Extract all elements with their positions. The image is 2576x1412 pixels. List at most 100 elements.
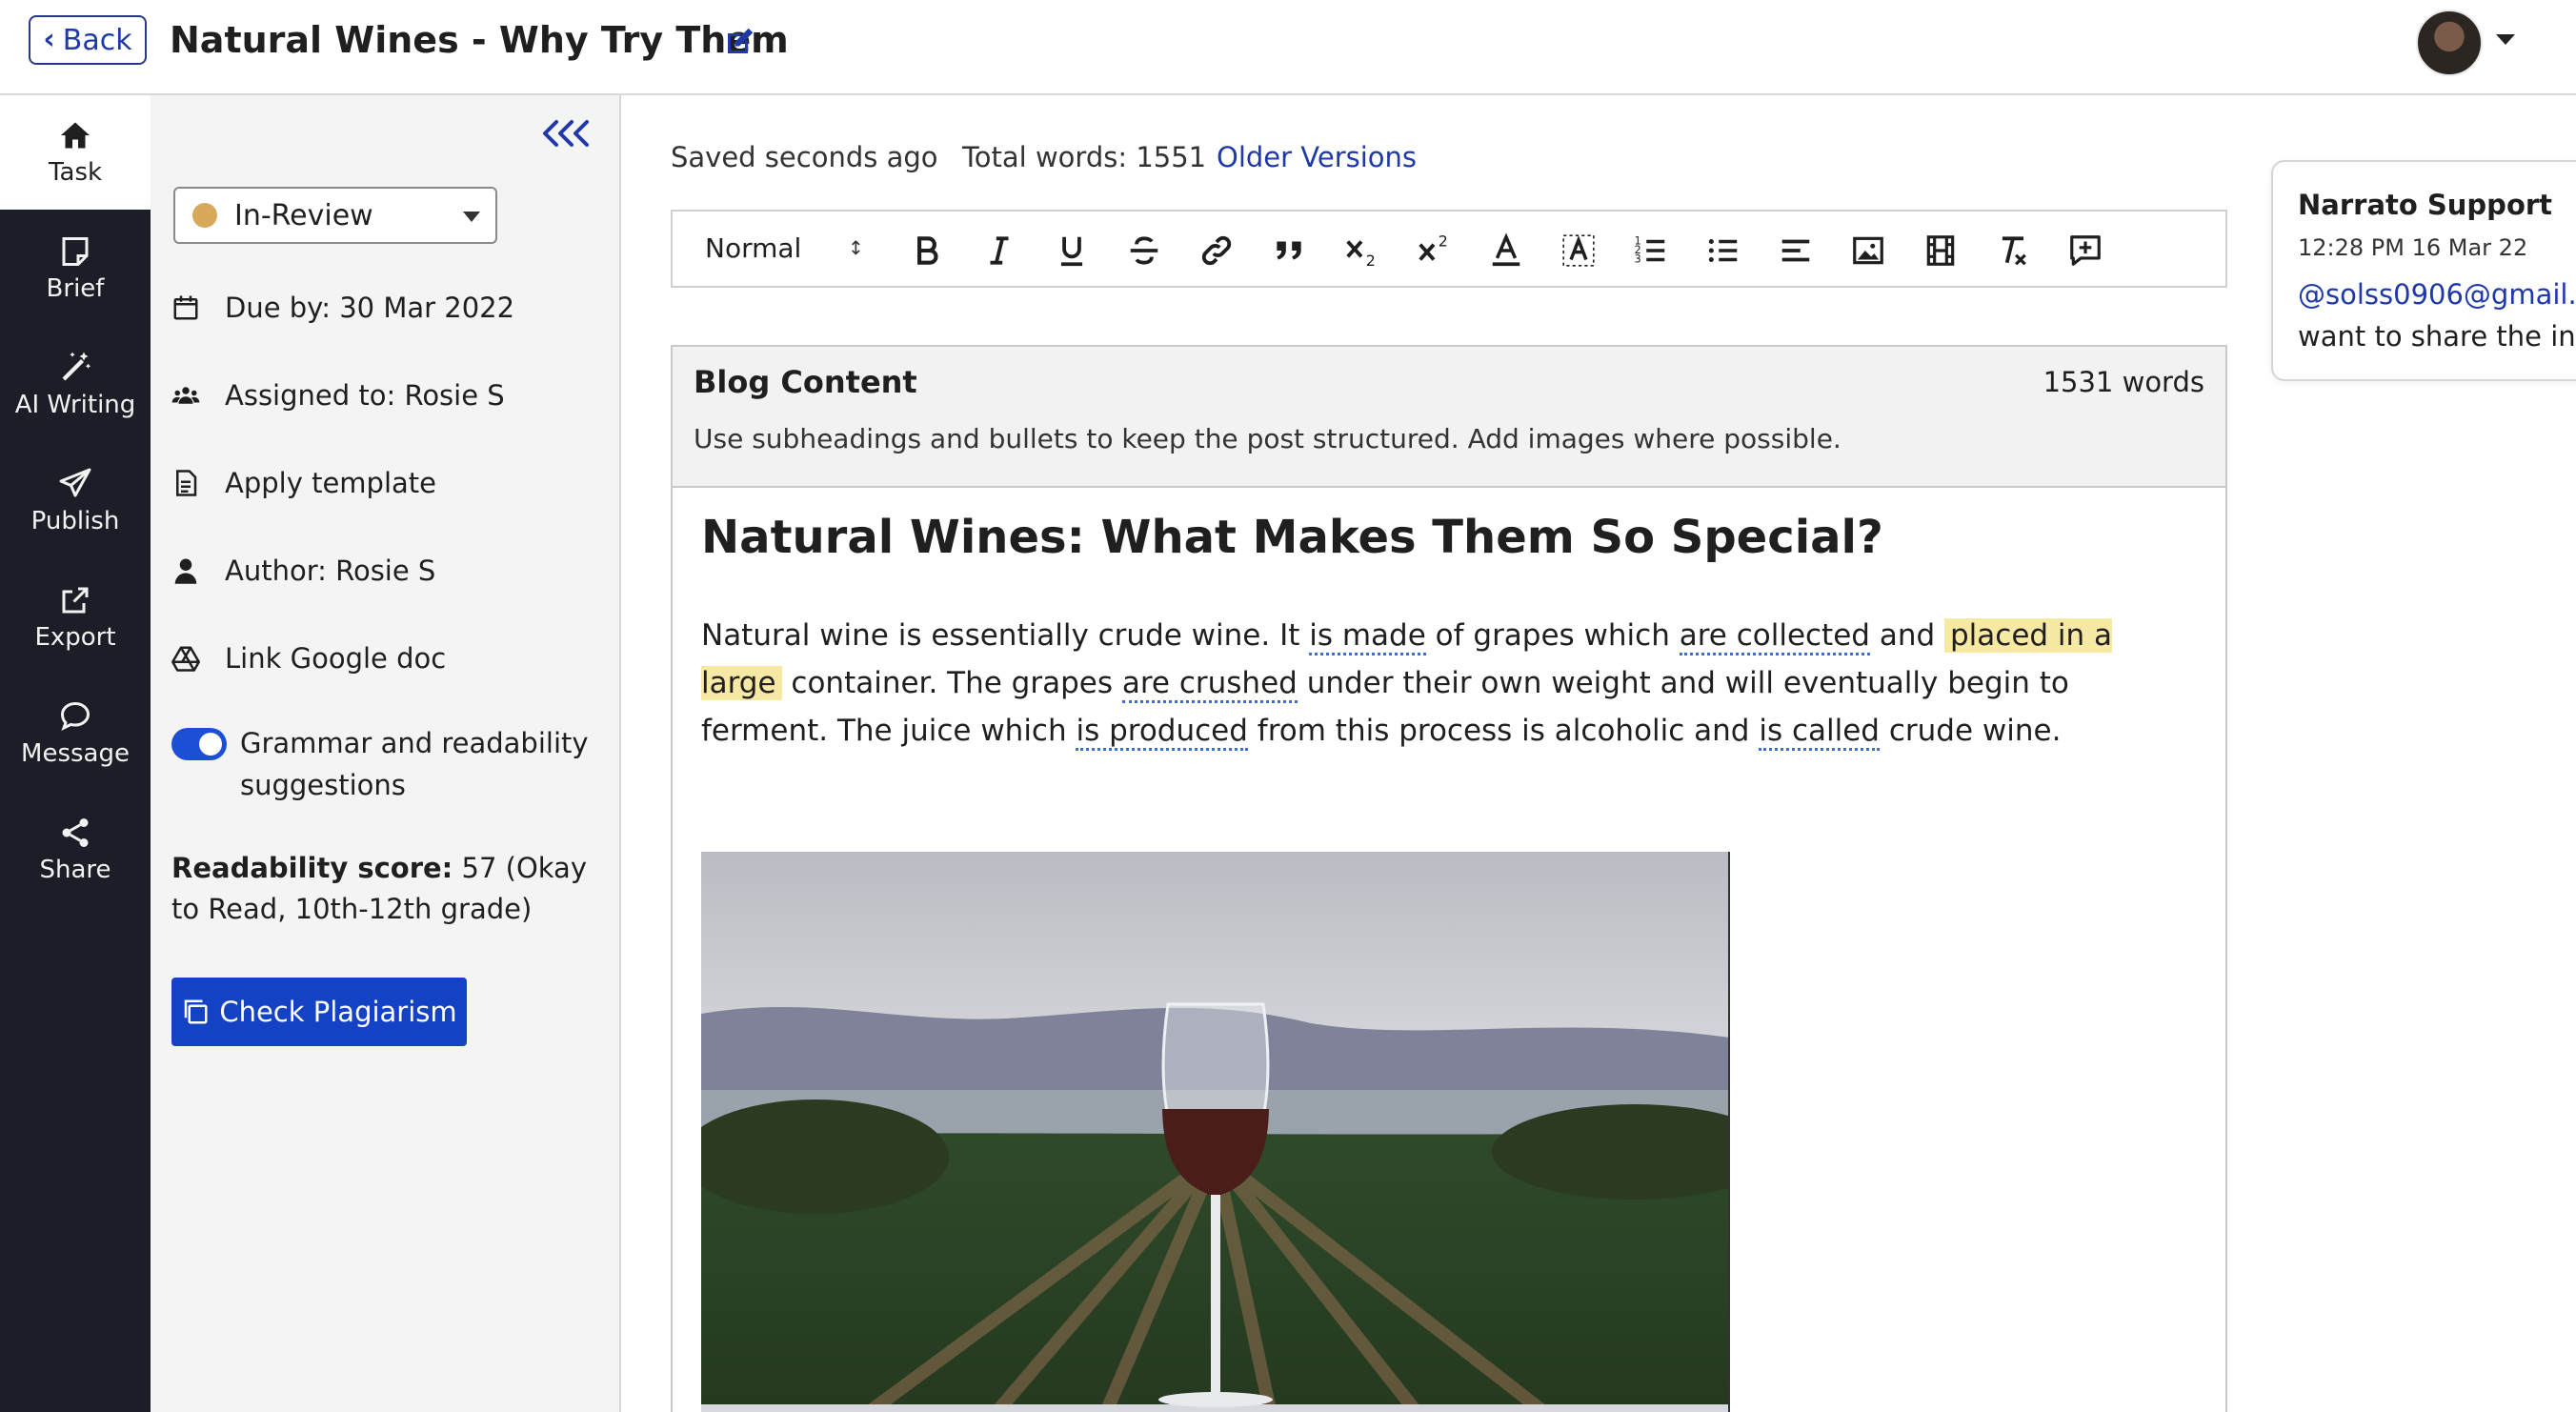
nav-item-share[interactable]: Share (0, 793, 151, 907)
users-icon (171, 387, 200, 404)
nav-item-label: Publish (30, 507, 120, 535)
assignee[interactable]: Assigned to: Rosie S (171, 379, 505, 412)
format-select[interactable]: Normal (705, 232, 801, 264)
nav-item-label: Share (39, 856, 111, 884)
svg-text:3: 3 (1635, 253, 1641, 266)
passive-voice-suggestion[interactable]: are crushed (1121, 666, 1298, 703)
image-icon[interactable] (1850, 232, 1886, 269)
section-word-count: 1531 words (2043, 366, 2204, 398)
svg-text:2: 2 (1439, 232, 1448, 250)
due-date-text: Due by: 30 Mar 2022 (225, 292, 515, 324)
top-bar: ‹ Back Natural Wines - Why Try Them (0, 0, 2576, 95)
section-header: Blog Content 1531 words Use subheadings … (673, 347, 2225, 488)
nav-item-label: Export (34, 623, 116, 652)
document-icon (176, 470, 197, 496)
wine-vineyard-image[interactable] (701, 852, 1730, 1412)
check-plagiarism-button[interactable]: Check Plagiarism (171, 978, 467, 1046)
nav-item-ai-writing[interactable]: AI Writing (0, 328, 151, 442)
nav-item-message[interactable]: Message (0, 676, 151, 791)
clear-formatting-icon[interactable] (1995, 232, 2031, 269)
passive-voice-suggestion[interactable]: is called (1759, 714, 1880, 751)
nav-item-export[interactable]: Export (0, 560, 151, 675)
collapse-panel-icon[interactable] (541, 116, 594, 151)
nav-item-label: AI Writing (14, 391, 136, 419)
back-label: Back (62, 23, 132, 57)
google-drive-icon (171, 646, 200, 672)
post-heading[interactable]: Natural Wines: What Makes Them So Specia… (701, 511, 1883, 564)
link-icon[interactable] (1198, 232, 1235, 269)
bullet-list-icon[interactable] (1705, 232, 1741, 269)
task-details-panel: In-Review Due by: 30 Mar 2022 Assigned t… (151, 95, 621, 1412)
nav-item-task[interactable]: Task (0, 95, 151, 210)
subscript-icon[interactable]: 2 (1343, 232, 1379, 269)
author-text: Author: Rosie S (225, 555, 436, 587)
nav-item-brief[interactable]: Brief (0, 212, 151, 326)
status-dot (192, 203, 217, 228)
strikethrough-icon[interactable] (1126, 232, 1162, 269)
text-color-icon[interactable] (1488, 232, 1524, 269)
export-icon (62, 587, 89, 614)
share-icon (62, 818, 89, 847)
comment-mention[interactable]: @solss0906@gmail.com (2298, 278, 2576, 311)
readability-score: Readability score: 57 (Okay to Read, 10t… (171, 848, 591, 930)
bold-icon[interactable] (909, 232, 945, 269)
calendar-icon (173, 295, 198, 320)
passive-voice-suggestion[interactable]: are collected (1679, 618, 1870, 656)
underline-icon[interactable] (1054, 232, 1090, 269)
grammar-toggle-label: Grammar and readability suggestions (240, 727, 589, 801)
post-paragraph[interactable]: Natural wine is essentially crude wine. … (701, 612, 2187, 755)
nav-item-label: Message (21, 739, 130, 768)
italic-icon[interactable] (981, 232, 1017, 269)
chat-bubble-icon (60, 701, 91, 731)
copy-icon (185, 999, 208, 1024)
comment-author: Narrato Support (2298, 189, 2553, 221)
quote-icon[interactable] (1271, 232, 1307, 269)
editor-toolbar: Normal ↕ 2 2 123 (671, 210, 2227, 288)
body-text: from this process is alcoholic and (1247, 714, 1760, 748)
passive-voice-suggestion[interactable]: is made (1309, 618, 1426, 656)
edit-icon[interactable] (722, 25, 756, 59)
align-left-icon[interactable] (1778, 232, 1814, 269)
add-comment-icon[interactable] (2067, 232, 2103, 269)
caret-down-icon (463, 212, 480, 222)
superscript-icon[interactable]: 2 (1416, 232, 1452, 269)
body-text: Natural wine is essentially crude wine. … (701, 618, 1310, 653)
check-plagiarism-label: Check Plagiarism (219, 996, 457, 1028)
paper-plane-icon (59, 468, 91, 497)
updown-caret-icon[interactable]: ↕ (848, 236, 864, 259)
total-words: Total words: 1551 (962, 141, 1207, 173)
body-text: and (1869, 618, 1944, 653)
user-avatar[interactable] (2416, 10, 2483, 76)
document-title: Natural Wines - Why Try Them (170, 19, 789, 61)
body-text: crude wine. (1879, 714, 2062, 748)
apply-template[interactable]: Apply template (171, 467, 436, 499)
chevron-left-icon: ‹ (43, 23, 55, 56)
comment-timestamp: 12:28 PM 16 Mar 22 (2298, 234, 2528, 261)
svg-text:2: 2 (1366, 252, 1376, 269)
user-icon (174, 558, 197, 584)
body-text: of grapes which (1425, 618, 1680, 653)
brief-icon (62, 237, 89, 266)
comment-card[interactable]: Narrato Support 12:28 PM 16 Mar 22 @sols… (2271, 160, 2576, 381)
ordered-list-icon[interactable]: 123 (1633, 232, 1669, 269)
body-text: container. The grapes (781, 666, 1122, 700)
grammar-toggle[interactable] (171, 728, 227, 760)
older-versions-link[interactable]: Older Versions (1217, 141, 1417, 173)
video-icon[interactable] (1922, 232, 1959, 269)
highlight-color-icon[interactable] (1560, 232, 1597, 269)
blog-content-editor: Blog Content 1531 words Use subheadings … (671, 345, 2227, 1412)
section-title: Blog Content (694, 364, 917, 400)
nav-item-label: Task (48, 158, 103, 187)
caret-down-icon[interactable] (2496, 34, 2515, 45)
status-dropdown[interactable]: In-Review (173, 187, 497, 244)
apply-template-text: Apply template (225, 467, 437, 499)
back-button[interactable]: ‹ Back (29, 15, 147, 65)
nav-item-label: Brief (46, 274, 105, 303)
author: Author: Rosie S (171, 555, 435, 587)
assignee-text: Assigned to: Rosie S (225, 379, 505, 412)
link-google-doc[interactable]: Link Google doc (171, 642, 446, 675)
magic-wand-icon (62, 352, 91, 381)
nav-item-publish[interactable]: Publish (0, 444, 151, 558)
passive-voice-suggestion[interactable]: is produced (1076, 714, 1248, 751)
section-hint: Use subheadings and bullets to keep the … (694, 423, 1841, 454)
